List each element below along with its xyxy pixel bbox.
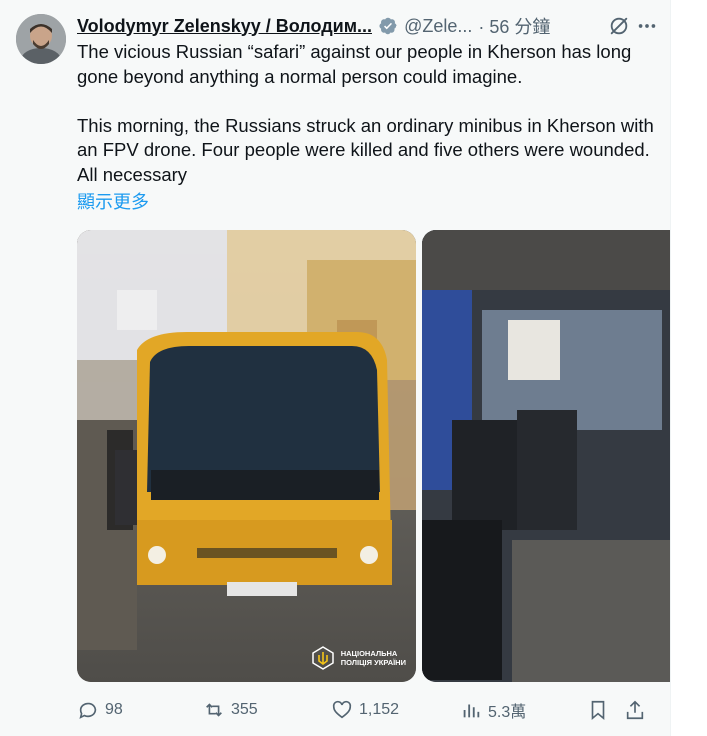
watermark-line: НАЦІОНАЛЬНА <box>340 649 398 658</box>
share-button[interactable] <box>624 694 646 726</box>
show-more-link[interactable]: 顯示更多 <box>77 188 149 214</box>
share-icon <box>626 700 644 720</box>
grok-icon[interactable] <box>608 15 630 37</box>
tweet[interactable]: Volodymyr Zelenskyy / Володим... @Zele..… <box>0 0 670 736</box>
reply-icon <box>79 702 97 719</box>
repost-count: 355 <box>231 701 258 718</box>
tweet-header: Volodymyr Zelenskyy / Володим... @Zele..… <box>77 12 658 40</box>
photo-bus-exterior[interactable]: НАЦІОНАЛЬНА ПОЛІЦІЯ УКРАЇНИ <box>77 230 416 682</box>
verified-badge-icon[interactable] <box>378 16 398 36</box>
like-icon <box>332 700 352 719</box>
views-icon <box>463 704 480 718</box>
tweet-actions: 98 355 1,152 5.3萬 <box>77 694 652 726</box>
avatar[interactable] <box>16 14 66 64</box>
like-button[interactable]: 1,152 <box>331 694 399 726</box>
bookmark-button[interactable] <box>587 694 609 726</box>
photo-bus-interior[interactable] <box>422 230 670 682</box>
bookmark-icon <box>591 700 605 721</box>
repost-button[interactable]: 355 <box>203 694 258 726</box>
like-count: 1,152 <box>359 701 400 718</box>
police-emblem-icon <box>311 646 334 670</box>
repost-icon <box>206 703 222 717</box>
right-rail <box>670 0 707 736</box>
more-icon[interactable] <box>636 15 658 37</box>
timestamp[interactable]: · 56 分鐘 <box>478 13 550 39</box>
author-name[interactable]: Volodymyr Zelenskyy / Володим... <box>77 16 372 37</box>
tweet-text: The vicious Russian “safari” against our… <box>77 40 657 187</box>
author-handle[interactable]: @Zele... <box>404 16 472 37</box>
reply-button[interactable]: 98 <box>77 694 123 726</box>
police-watermark: НАЦІОНАЛЬНА ПОЛІЦІЯ УКРАЇНИ <box>311 646 406 670</box>
watermark-line: ПОЛІЦІЯ УКРАЇНИ <box>340 658 406 667</box>
reply-count: 98 <box>105 701 123 718</box>
tweet-paragraph: The vicious Russian “safari” against our… <box>77 41 632 87</box>
views-button[interactable]: 5.3萬 <box>460 694 526 726</box>
media-grid: НАЦІОНАЛЬНА ПОЛІЦІЯ УКРАЇНИ <box>77 230 670 682</box>
view-count: 5.3萬 <box>488 704 527 721</box>
tweet-paragraph: This morning, the Russians struck an ord… <box>77 114 654 185</box>
